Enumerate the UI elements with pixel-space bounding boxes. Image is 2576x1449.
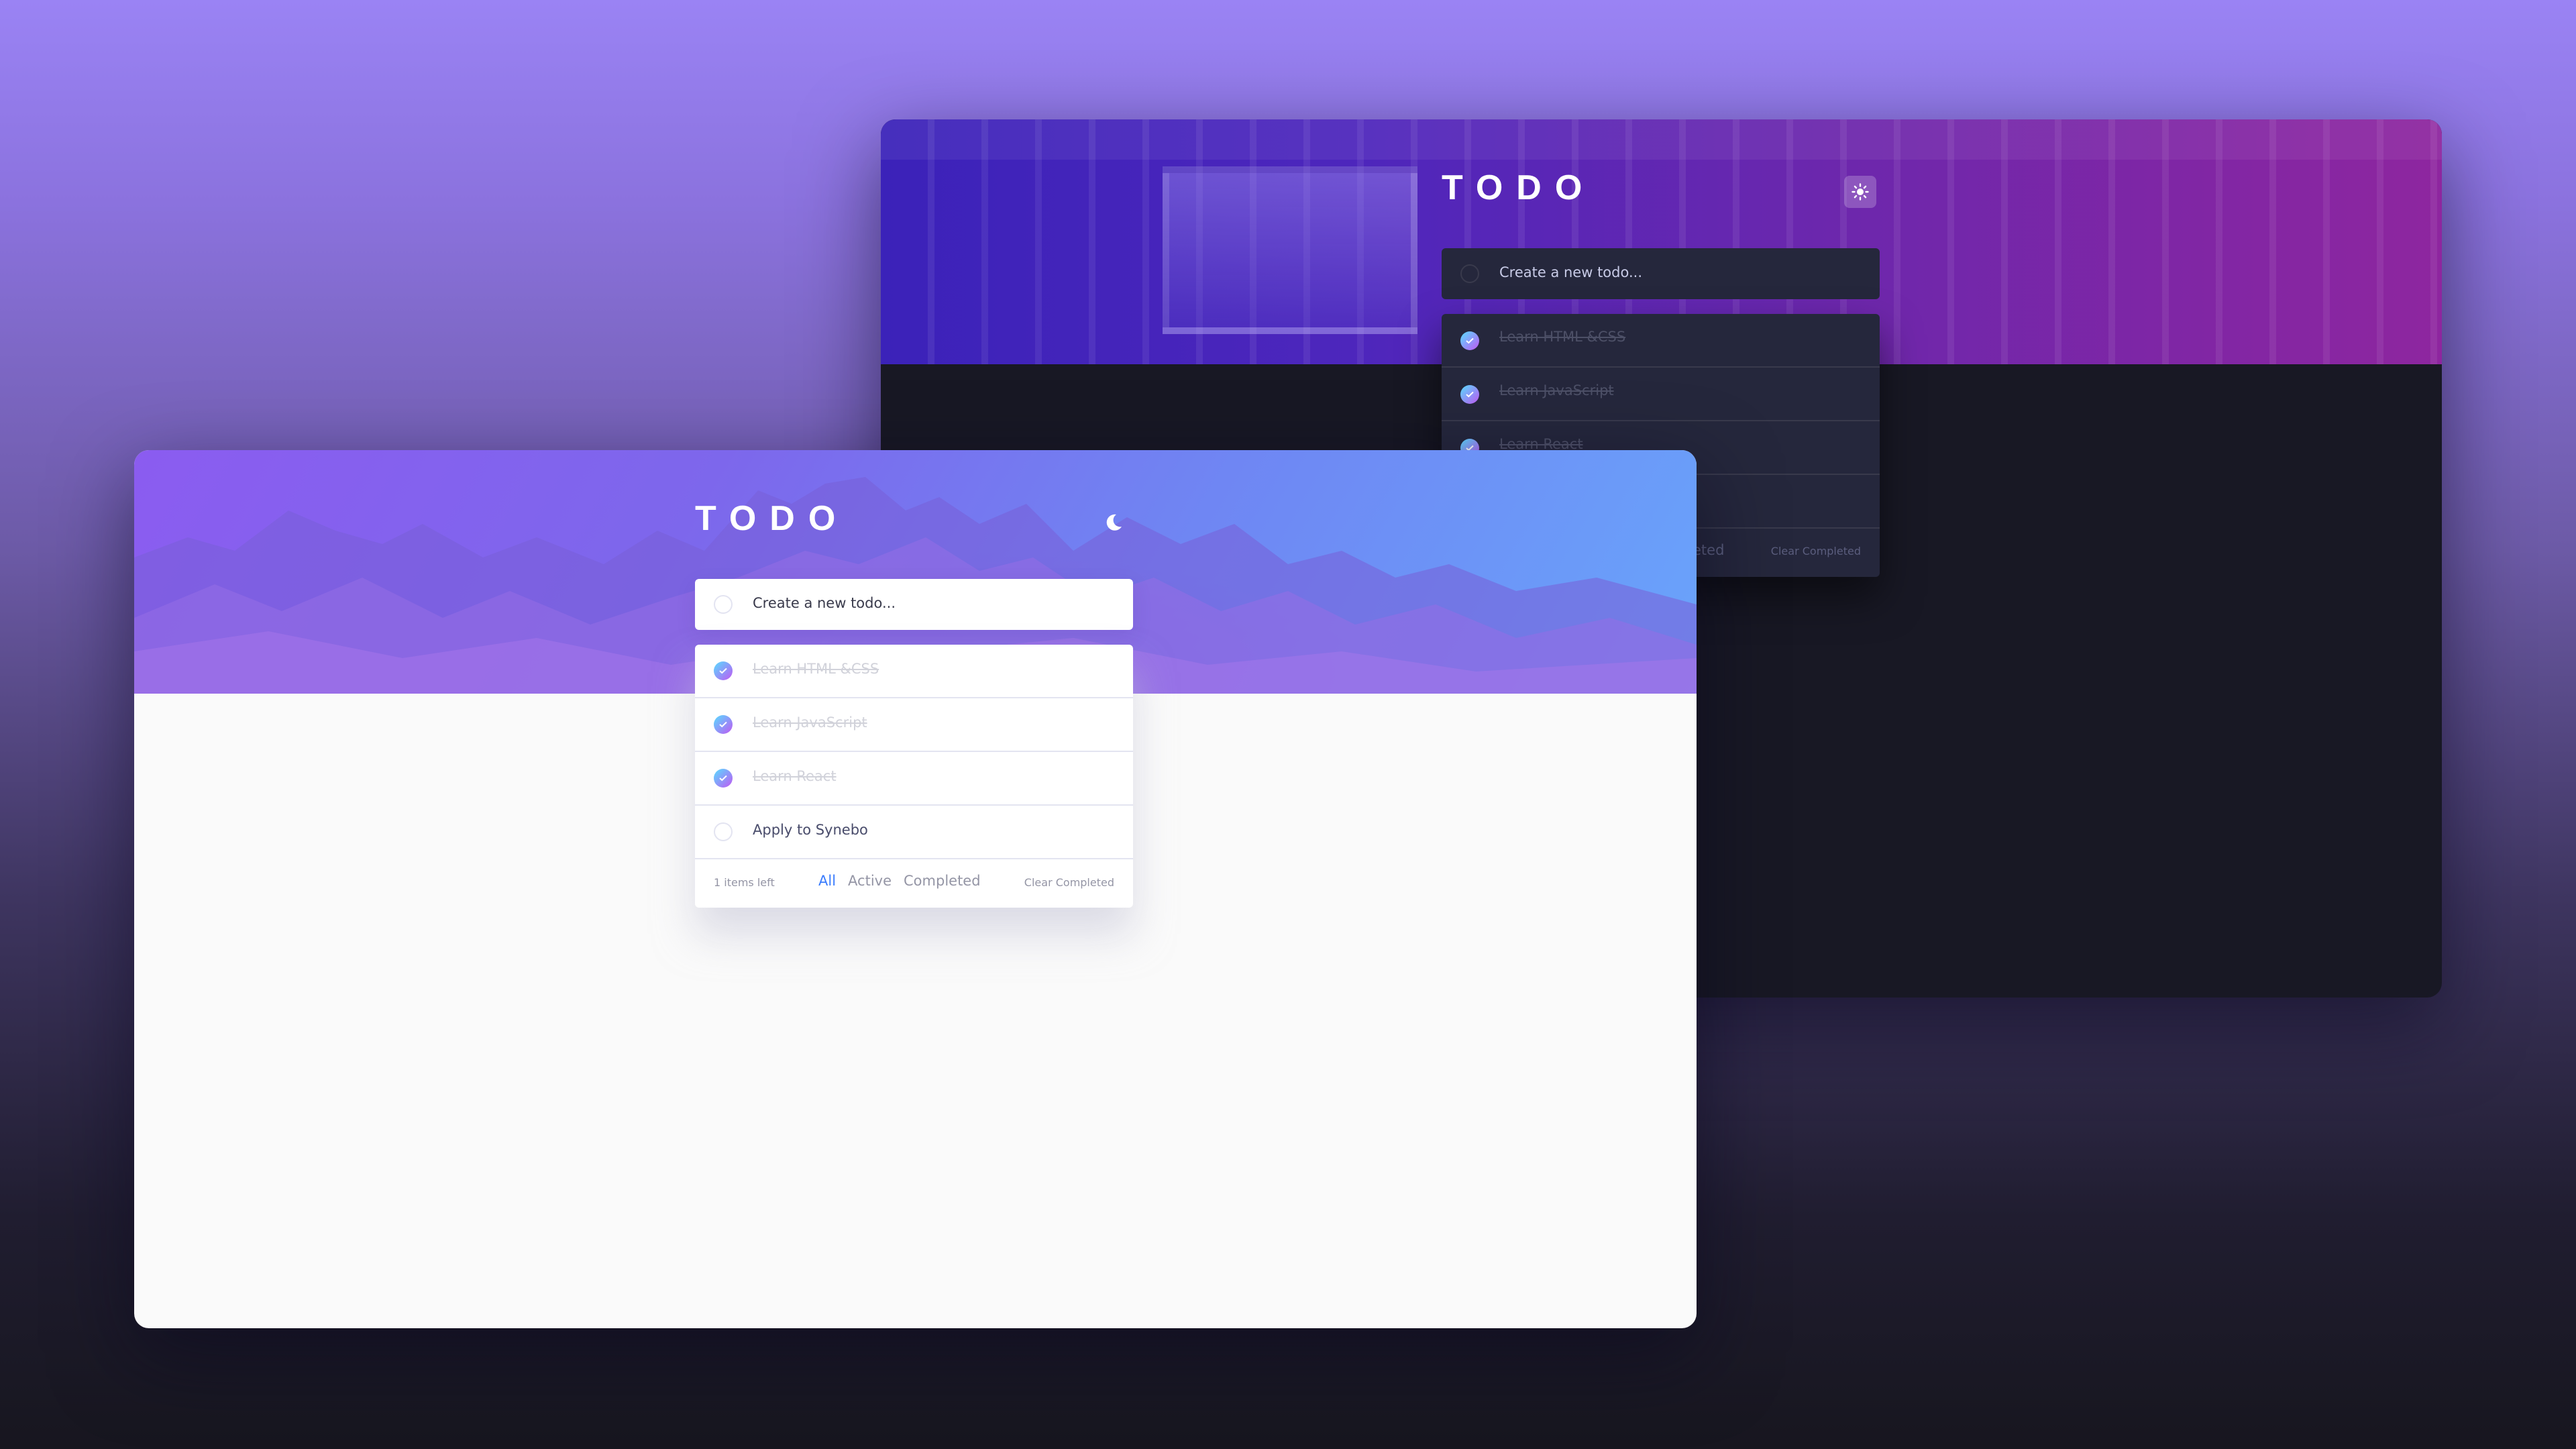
check-icon: [719, 721, 727, 728]
new-todo-placeholder: Create a new todo...: [753, 595, 896, 611]
app-title: TODO: [1442, 168, 1596, 207]
new-todo-field[interactable]: Create a new todo...: [1442, 248, 1880, 299]
todo-text: Learn JavaScript: [1499, 382, 1614, 398]
todo-item[interactable]: Learn JavaScript: [695, 698, 1133, 752]
todo-item[interactable]: Apply to Synebo: [695, 806, 1133, 859]
filter-tabs: All Active Completed: [818, 873, 981, 889]
app-title: TODO: [695, 499, 849, 538]
filter-completed-partial[interactable]: eted: [1693, 542, 1724, 558]
todo-text: Learn JavaScript: [753, 714, 867, 731]
todo-text: Apply to Synebo: [753, 822, 868, 838]
todo-footer: 1 items left All Active Completed Clear …: [695, 855, 1133, 908]
completed-checkbox[interactable]: [1460, 331, 1479, 350]
light-theme-window: TODO Create a new todo... Learn HTML &CS…: [134, 450, 1697, 1328]
theme-toggle-button[interactable]: [1844, 176, 1876, 208]
check-icon: [1466, 337, 1474, 344]
items-left-count: 1 items left: [714, 876, 775, 889]
todo-item[interactable]: Learn React: [695, 752, 1133, 806]
check-icon: [1466, 391, 1474, 398]
clear-completed-button[interactable]: Clear Completed: [1771, 545, 1861, 557]
todo-text: Learn HTML &CSS: [1499, 329, 1626, 345]
todo-text: Learn React: [753, 768, 837, 784]
theme-toggle-button[interactable]: [1097, 506, 1130, 539]
filter-all[interactable]: All: [818, 873, 836, 889]
todo-item[interactable]: Learn HTML &CSS: [695, 645, 1133, 698]
completed-checkbox[interactable]: [1460, 385, 1479, 404]
filter-active[interactable]: Active: [848, 873, 892, 889]
todo-list: Learn HTML &CSS Learn JavaScript Learn R…: [695, 645, 1133, 908]
new-todo-placeholder: Create a new todo...: [1499, 264, 1642, 280]
todo-checkbox[interactable]: [714, 822, 733, 841]
todo-item[interactable]: Learn JavaScript: [1442, 368, 1880, 421]
new-todo-checkbox[interactable]: [1460, 264, 1479, 283]
completed-checkbox[interactable]: [714, 661, 733, 680]
completed-checkbox[interactable]: [714, 715, 733, 734]
check-icon: [719, 667, 727, 674]
filter-completed[interactable]: Completed: [904, 873, 981, 889]
moon-icon: [1106, 514, 1122, 531]
completed-checkbox[interactable]: [714, 769, 733, 788]
todo-item[interactable]: Learn HTML &CSS: [1442, 314, 1880, 368]
check-icon: [719, 775, 727, 782]
clear-completed-button[interactable]: Clear Completed: [1024, 876, 1114, 889]
sun-icon: [1851, 183, 1869, 201]
new-todo-checkbox[interactable]: [714, 595, 733, 614]
new-todo-field[interactable]: Create a new todo...: [695, 579, 1133, 630]
todo-text: Learn HTML &CSS: [753, 661, 879, 677]
